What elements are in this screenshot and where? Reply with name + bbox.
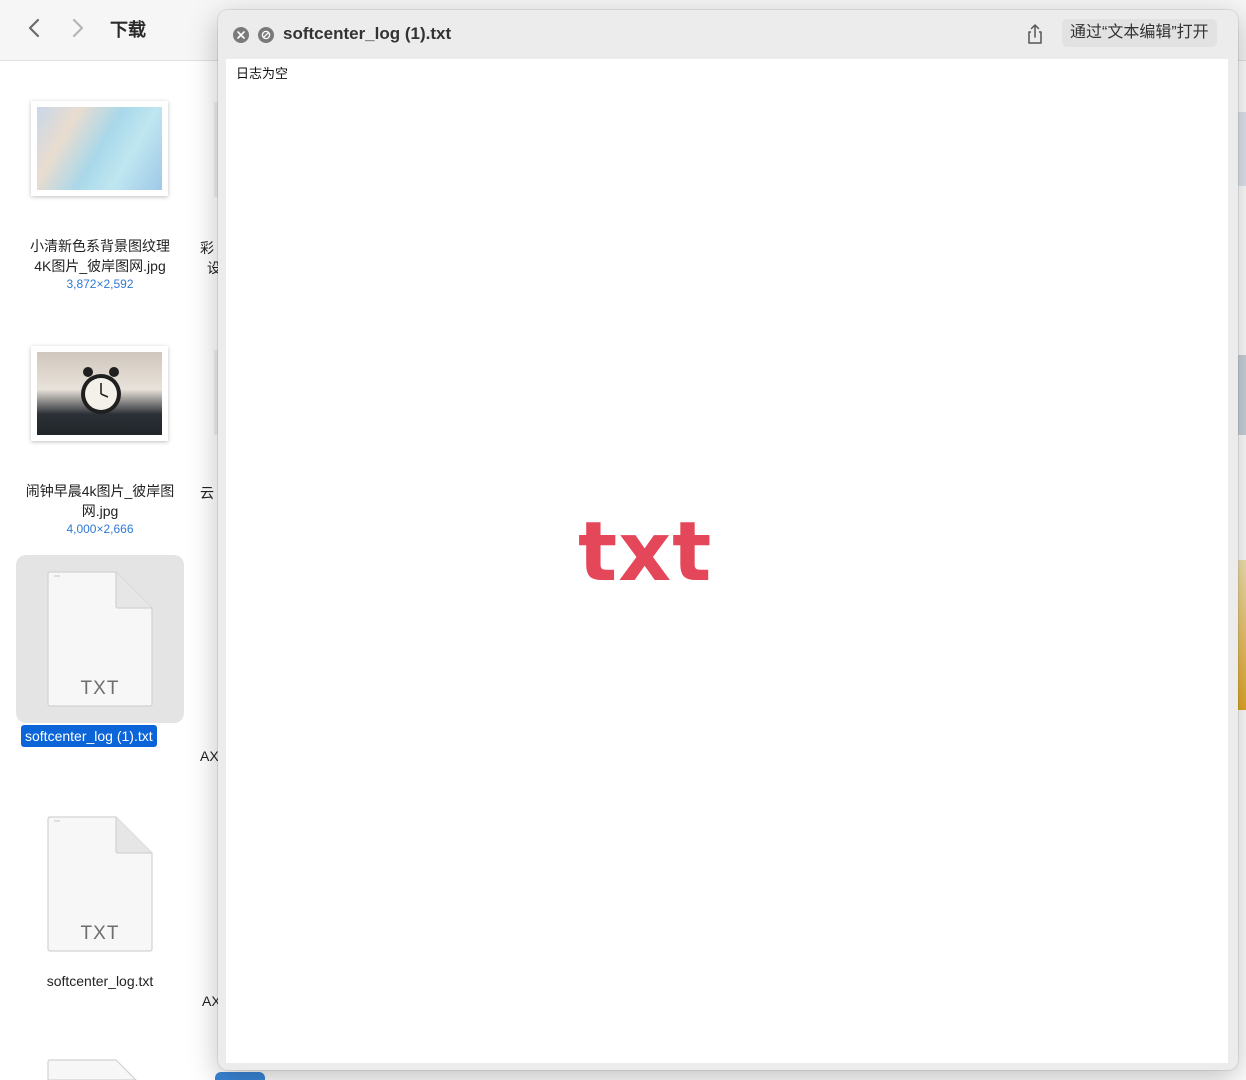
close-button[interactable] [233, 27, 249, 43]
selected-file-name[interactable]: softcenter_log (1).txt [21, 725, 157, 747]
share-icon [1028, 24, 1042, 44]
chevron-left-icon [28, 18, 40, 38]
back-button[interactable] [22, 16, 46, 40]
close-icon [237, 31, 245, 39]
open-with-textedit-button[interactable]: 通过“文本编辑”打开 [1062, 19, 1217, 47]
file-name: softcenter_log.txt [46, 973, 154, 989]
peek-thumbnail [1238, 560, 1246, 710]
alarm-clock-icon [81, 367, 121, 414]
quicklook-panel: softcenter_log (1).txt 通过“文本编辑”打开 日志为空 t… [218, 10, 1238, 1070]
quicklook-content: 日志为空 txt [226, 59, 1228, 1063]
scroll-indicator [215, 1072, 265, 1080]
image-thumbnail [31, 101, 168, 196]
fullscreen-button[interactable] [258, 27, 274, 43]
chevron-right-icon [72, 18, 84, 38]
file-name-line1: 闹钟早晨4k图片_彼岸图 [25, 483, 175, 499]
image-dimensions: 4,000×2,666 [66, 522, 134, 536]
forward-button[interactable] [66, 16, 90, 40]
image-thumbnail [31, 346, 168, 441]
file-content-text: 日志为空 [236, 66, 289, 81]
peek-text: 云 [200, 485, 214, 501]
txt-icon-label-wrap: TXT [46, 815, 154, 953]
peek-thumbnail [1238, 112, 1246, 186]
file-name-line2: 网.jpg [81, 503, 119, 519]
txt-icon-label: TXT [80, 678, 120, 699]
folder-title: 下载 [110, 20, 146, 40]
share-button[interactable] [1024, 23, 1046, 45]
peek-thumbnail [1238, 355, 1246, 435]
txt-icon-label: TXT [80, 923, 120, 944]
peek-text: AX [200, 748, 219, 764]
file-type-badge: txt [578, 505, 713, 600]
quicklook-title: softcenter_log (1).txt [283, 24, 452, 43]
txt-icon-label-wrap: TXT [46, 570, 154, 708]
peek-text: 彩 [200, 240, 214, 256]
file-name-line1: 小清新色系背景图纹理 [30, 238, 170, 254]
no-entry-icon [261, 30, 271, 40]
file-name-line2: 4K图片_彼岸图网.jpg [34, 258, 166, 274]
partial-document-icon [47, 1059, 137, 1080]
image-dimensions: 3,872×2,592 [66, 277, 134, 291]
quicklook-titlebar: softcenter_log (1).txt 通过“文本编辑”打开 [218, 10, 1238, 58]
